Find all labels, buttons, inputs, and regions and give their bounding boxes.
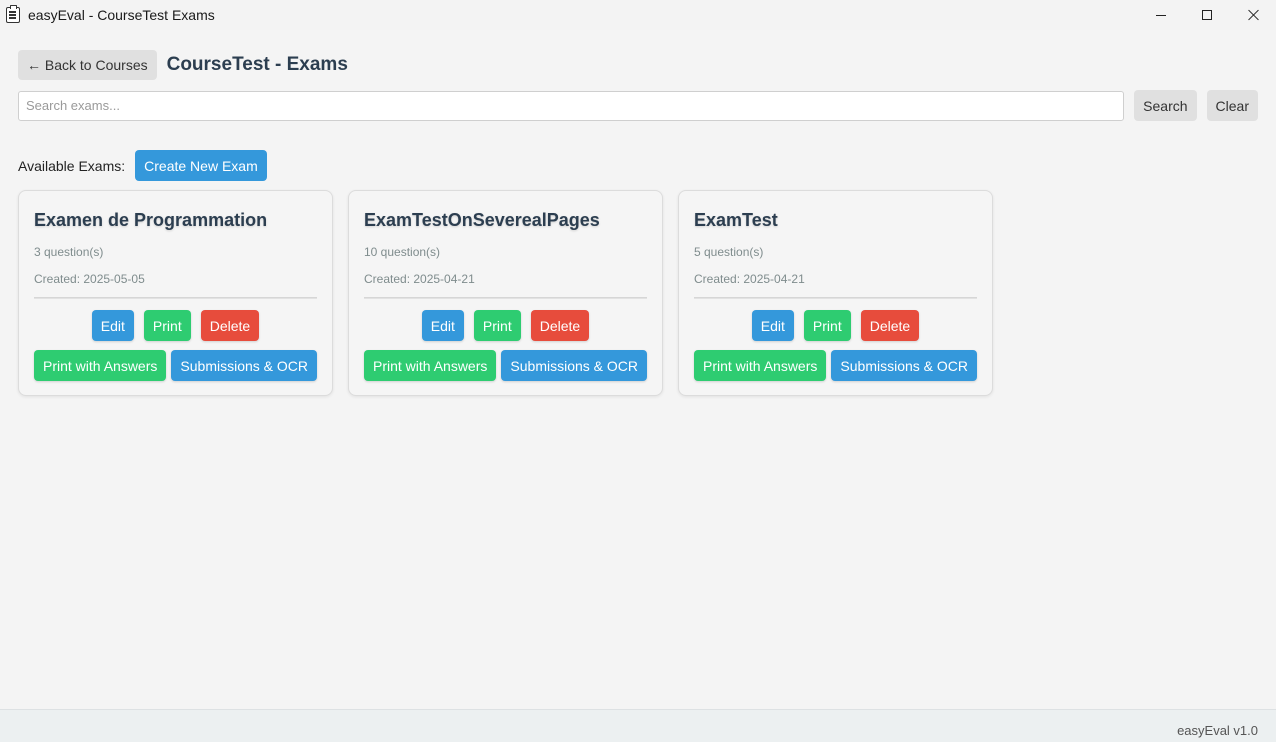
edit-button[interactable]: Edit (421, 310, 464, 341)
clear-button[interactable]: Clear (1206, 90, 1258, 121)
exams-toolbar: Available Exams: Create New Exam (18, 150, 267, 181)
exam-card: Examen de Programmation 3 question(s) Cr… (18, 190, 333, 396)
card-primary-actions: Edit Print Delete (349, 310, 662, 341)
back-to-courses-button[interactable]: ← Back to Courses (18, 50, 157, 80)
window-title: easyEval - CourseTest Exams (28, 7, 215, 23)
card-divider (34, 297, 317, 299)
delete-button[interactable]: Delete (860, 310, 920, 341)
search-bar: Search Clear (18, 90, 1258, 121)
minimize-button[interactable] (1138, 0, 1184, 30)
print-with-answers-button[interactable]: Print with Answers (364, 350, 497, 381)
print-with-answers-button[interactable]: Print with Answers (34, 350, 167, 381)
delete-button[interactable]: Delete (530, 310, 590, 341)
created-date: Created: 2025-04-21 (694, 272, 805, 286)
exam-card: ExamTestOnSeverealPages 10 question(s) C… (348, 190, 663, 396)
print-button[interactable]: Print (143, 310, 191, 341)
create-new-exam-button[interactable]: Create New Exam (135, 150, 267, 181)
exam-title: Examen de Programmation (34, 210, 268, 230)
print-button[interactable]: Print (803, 310, 851, 341)
search-button[interactable]: Search (1134, 90, 1197, 121)
maximize-button[interactable] (1184, 0, 1230, 30)
submissions-ocr-button[interactable]: Submissions & OCR (501, 350, 647, 381)
question-count: 3 question(s) (34, 245, 104, 259)
card-secondary-actions: Print with Answers Submissions & OCR (34, 350, 317, 381)
exam-title: ExamTest (694, 210, 778, 230)
app-version: easyEval v1.0 (1177, 723, 1258, 738)
edit-button[interactable]: Edit (751, 310, 794, 341)
submissions-ocr-button[interactable]: Submissions & OCR (831, 350, 977, 381)
close-icon (1247, 9, 1259, 21)
window-controls (1138, 0, 1276, 30)
minimize-icon (1156, 14, 1166, 16)
title-bar: easyEval - CourseTest Exams (0, 0, 1276, 30)
delete-button[interactable]: Delete (200, 310, 260, 341)
question-count: 10 question(s) (364, 245, 441, 259)
page-title: CourseTest - Exams (166, 54, 348, 75)
created-date: Created: 2025-04-21 (364, 272, 475, 286)
submissions-ocr-button[interactable]: Submissions & OCR (171, 350, 317, 381)
exam-card-list: Examen de Programmation 3 question(s) Cr… (18, 190, 993, 396)
print-button[interactable]: Print (473, 310, 521, 341)
edit-button[interactable]: Edit (91, 310, 134, 341)
print-with-answers-button[interactable]: Print with Answers (694, 350, 827, 381)
clipboard-icon (6, 5, 20, 23)
maximize-icon (1202, 10, 1212, 20)
search-input[interactable] (18, 90, 1125, 121)
exam-card: ExamTest 5 question(s) Created: 2025-04-… (678, 190, 993, 396)
card-divider (364, 297, 647, 299)
exam-title: ExamTestOnSeverealPages (364, 210, 600, 230)
card-secondary-actions: Print with Answers Submissions & OCR (694, 350, 977, 381)
card-divider (694, 297, 977, 299)
question-count: 5 question(s) (694, 245, 764, 259)
card-primary-actions: Edit Print Delete (679, 310, 992, 341)
available-exams-label: Available Exams: (18, 157, 126, 174)
status-bar: easyEval v1.0 (0, 709, 1276, 742)
page-header: ← Back to Courses CourseTest - Exams (18, 50, 348, 80)
close-button[interactable] (1230, 0, 1276, 30)
created-date: Created: 2025-05-05 (34, 272, 145, 286)
card-primary-actions: Edit Print Delete (19, 310, 332, 341)
card-secondary-actions: Print with Answers Submissions & OCR (364, 350, 647, 381)
